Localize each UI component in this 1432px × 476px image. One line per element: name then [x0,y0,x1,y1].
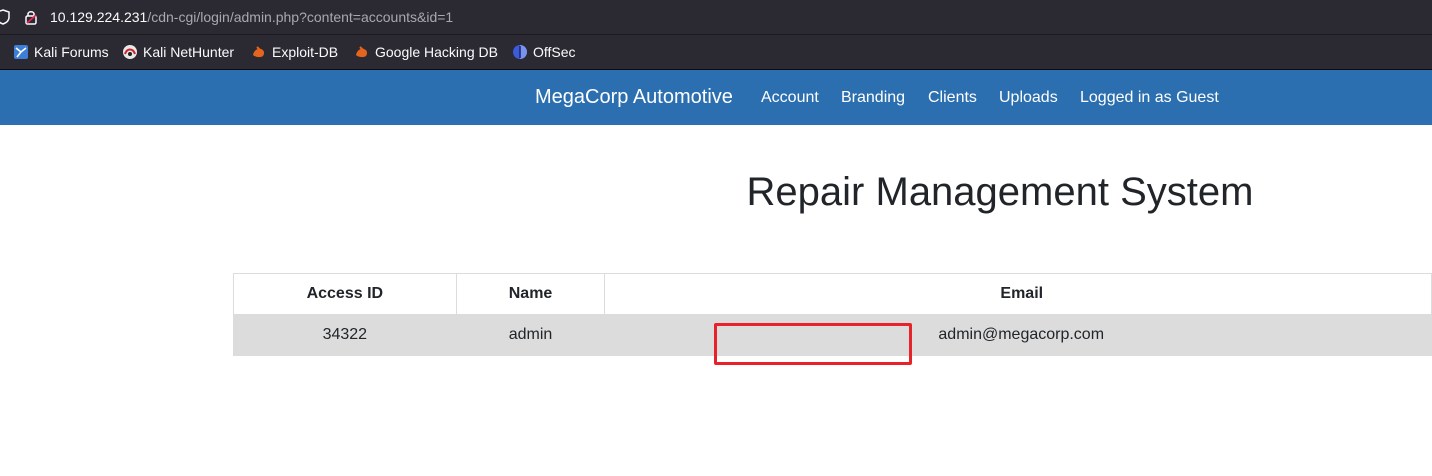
bookmark-exploit-db[interactable]: Exploit-DB [251,43,338,61]
nav-account[interactable]: Account [761,89,819,107]
offsec-icon [513,45,527,59]
url-host: 10.129.224.231 [50,9,148,25]
nav-branding[interactable]: Branding [841,89,905,107]
bookmark-label: OffSec [533,44,576,60]
lock-warning-icon[interactable] [24,9,38,25]
bookmarks-bar: Kali Forums Kali NetHunter Exploit-DB Go… [0,35,1432,70]
site-navbar: MegaCorp Automotive Account Branding Cli… [0,70,1432,125]
nav-clients[interactable]: Clients [928,89,977,107]
bookmark-offsec[interactable]: OffSec [512,43,576,61]
nav-uploads[interactable]: Uploads [999,89,1058,107]
bookmark-label: Kali Forums [34,44,109,60]
url-path: /cdn-cgi/login/admin.php?content=account… [147,9,454,25]
google-hacking-db-icon [356,46,368,58]
bookmark-kali-nethunter[interactable]: Kali NetHunter [122,43,234,61]
table-header-row: Access ID Name Email [233,273,1432,315]
bookmark-label: Exploit-DB [272,44,339,60]
cell-name: admin [455,314,606,356]
page-title: Repair Management System [746,170,1254,214]
header-name: Name [455,273,606,315]
header-access-id: Access ID [233,273,457,315]
cell-access-id: 34322 [233,314,457,356]
shield-icon[interactable] [0,9,10,25]
highlight-annotation-box [714,323,912,365]
bookmark-label: Kali NetHunter [143,44,235,60]
kali-nethunter-icon [123,45,137,59]
bookmark-google-hacking-db[interactable]: Google Hacking DB [354,43,498,61]
browser-url-bar[interactable]: 10.129.224.231/cdn-cgi/login/admin.php?c… [0,0,1432,35]
brand-link[interactable]: MegaCorp Automotive [535,86,733,109]
header-email: Email [604,273,1432,315]
nav-logged-in-status[interactable]: Logged in as Guest [1080,89,1219,107]
url-text[interactable]: 10.129.224.231/cdn-cgi/login/admin.php?c… [50,8,453,26]
exploit-db-icon [253,46,265,58]
kali-forums-icon [14,45,28,59]
bookmark-kali-forums[interactable]: Kali Forums [13,43,109,61]
bookmark-label: Google Hacking DB [375,44,498,60]
